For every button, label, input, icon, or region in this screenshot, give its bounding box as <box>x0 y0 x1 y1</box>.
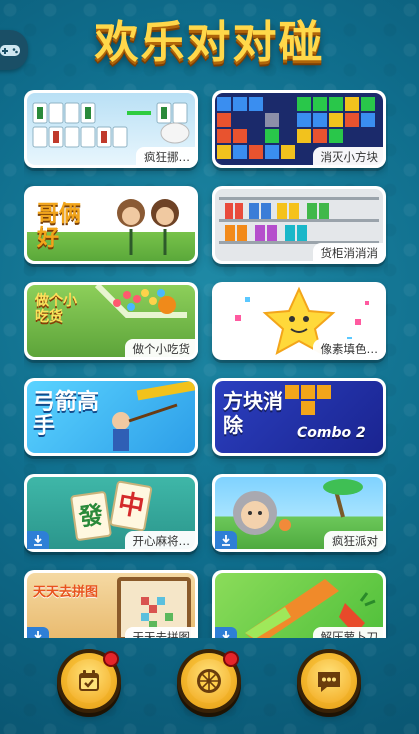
download-icon[interactable] <box>27 531 49 549</box>
game-card-eliminate-blocks[interactable]: 消灭小方块 <box>212 90 386 168</box>
game-card-mahjong-happy[interactable]: 中 發 开心麻将… <box>24 474 198 552</box>
game-art-monkeys: 哥俩好 <box>27 189 195 261</box>
game-label: 消灭小方块 <box>312 147 386 168</box>
game-label: 疯狂派对 <box>324 531 386 552</box>
page-title: 欢乐对对碰 <box>94 17 325 68</box>
chat-icon <box>307 659 351 703</box>
game-label: 天天去拼图 <box>124 627 198 638</box>
game-label: 解压萝卜刀 <box>312 627 386 638</box>
calendar-icon <box>67 659 111 703</box>
game-art-block-clear: 方块消除 Combo 2 <box>215 381 383 453</box>
game-card-jigsaw[interactable]: 天天去拼图 天天去拼图 <box>24 570 198 638</box>
game-art-title: 天天去拼图 <box>33 585 99 600</box>
game-label: 做个小吃货 <box>124 339 198 360</box>
download-icon[interactable] <box>215 531 237 549</box>
game-art-title: 哥俩好 <box>37 202 82 251</box>
game-card-party[interactable]: 疯狂派对 <box>212 474 386 552</box>
game-art-badge: Combo 2 <box>297 425 366 441</box>
mahjong-tile-fa: 發 <box>69 490 113 542</box>
game-card-shelf[interactable]: 货柜消消消 <box>212 186 386 264</box>
wheel-icon <box>187 659 231 703</box>
game-card-radish-knife[interactable]: 解压萝卜刀 <box>212 570 386 638</box>
download-icon[interactable] <box>27 627 49 638</box>
calendar-button[interactable] <box>61 651 119 709</box>
wheel-button[interactable] <box>181 651 239 709</box>
game-label: 疯狂挪… <box>136 147 198 168</box>
game-art-title: 方块消除 <box>223 389 283 437</box>
game-card-archer[interactable]: 弓箭高手 <box>24 378 198 456</box>
game-label: 货柜消消消 <box>312 243 386 264</box>
message-button[interactable] <box>301 653 357 709</box>
game-art-title: 做个小吃货 <box>35 293 77 325</box>
notification-badge <box>223 651 239 667</box>
game-grid: 疯狂挪… 消灭小方块 哥俩好 货柜消消消 做个小吃货 做个小吃货 像素填色… 弓… <box>24 90 388 638</box>
game-card-mahjong-move[interactable]: 疯狂挪… <box>24 90 198 168</box>
notification-badge <box>103 651 119 667</box>
game-label: 开心麻将… <box>124 531 198 552</box>
game-label: 像素填色… <box>312 339 386 360</box>
gamepad-icon <box>0 45 20 56</box>
game-card-block-clear[interactable]: 方块消除 Combo 2 <box>212 378 386 456</box>
mahjong-tile-zhong: 中 <box>109 480 153 532</box>
download-icon[interactable] <box>215 627 237 638</box>
game-card-brothers[interactable]: 哥俩好 <box>24 186 198 264</box>
game-card-snack[interactable]: 做个小吃货 做个小吃货 <box>24 282 198 360</box>
game-card-pixel-coloring[interactable]: 像素填色… <box>212 282 386 360</box>
bottom-nav <box>0 645 419 734</box>
game-art-archer: 弓箭高手 <box>27 381 195 453</box>
